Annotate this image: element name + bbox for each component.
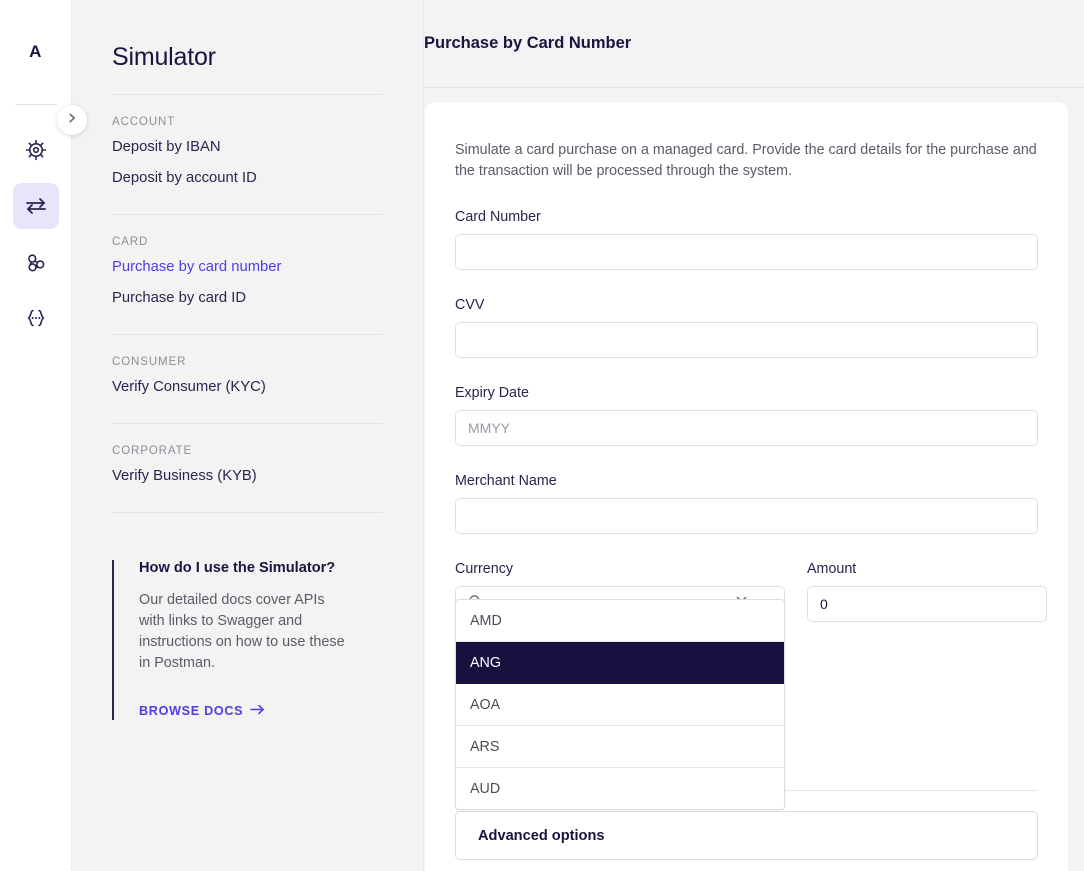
code-braces-icon [24,306,48,330]
arrow-right-icon [250,704,265,718]
nav-divider-4 [112,512,383,513]
label-card-number: Card Number [455,209,541,225]
rail-item-settings[interactable] [13,127,59,173]
currency-options-scroll[interactable]: AMD ANG AOA ARS AUD [456,600,784,809]
rail-item-developer[interactable] [13,295,59,341]
field-expiry-date: Expiry Date [455,385,1038,446]
nav-heading-corporate: CORPORATE [112,445,193,457]
currency-option[interactable]: AUD [456,768,784,809]
label-expiry-date: Expiry Date [455,385,529,401]
label-cvv: CVV [455,297,485,313]
sidebar-item-deposit-by-iban[interactable]: Deposit by IBAN [112,131,383,162]
nav-heading-account: ACCOUNT [112,116,176,128]
currency-option[interactable]: ARS [456,726,784,768]
content-header-title: Purchase by Card Number [424,34,632,52]
nav-heading-consumer: CONSUMER [112,356,187,368]
advanced-options-section[interactable]: Advanced options [455,811,1038,860]
app-root: A Simulator ACCOUNT Deposit by IBAN Depo… [0,0,1084,871]
amount-input[interactable] [807,586,1047,622]
rail-icon-list [12,127,59,341]
form-card: Simulate a card purchase on a managed ca… [425,102,1068,871]
page-title: Simulator [112,43,216,71]
nav-group-account: ACCOUNT Deposit by IBAN Deposit by accou… [104,95,391,193]
label-amount: Amount [807,561,857,577]
chevron-right-icon [66,111,78,129]
field-amount: Amount [807,561,1047,622]
docs-promo-panel: How do I use the Simulator? Our detailed… [112,560,383,720]
currency-option-highlighted[interactable]: ANG [456,642,784,684]
sidebar-item-verify-consumer-kyc[interactable]: Verify Consumer (KYC) [112,371,383,402]
currency-amount-row: Currency Type to search eg. GBP AMD ANG … [455,561,1047,810]
nav-heading-card: CARD [112,236,149,248]
merchant-name-input[interactable] [455,498,1038,534]
settings-gear-icon [24,138,48,162]
nav-group-card: CARD Purchase by card number Purchase by… [104,215,391,313]
currency-options-listbox[interactable]: AMD ANG AOA ARS AUD [455,599,785,810]
field-currency: Currency Type to search eg. GBP AMD ANG … [455,561,785,810]
browse-docs-link[interactable]: BROWSE DOCS [139,704,265,718]
sidebar-collapse-toggle[interactable] [57,105,87,135]
nav-group-corporate: CORPORATE Verify Business (KYB) [104,424,391,491]
cvv-input[interactable] [455,322,1038,358]
nav-group-consumer: CONSUMER Verify Consumer (KYC) [104,335,391,402]
field-card-number: Card Number [455,209,1038,270]
sidebar-item-purchase-by-card-id[interactable]: Purchase by card ID [112,282,383,313]
sidebar-item-deposit-by-account-id[interactable]: Deposit by account ID [112,162,383,193]
webhook-icon [24,250,48,274]
rail-divider [14,104,57,105]
browse-docs-label: BROWSE DOCS [139,704,244,718]
field-cvv: CVV [455,297,1038,358]
rail-item-simulator[interactable] [12,183,59,229]
label-merchant-name: Merchant Name [455,473,557,489]
field-merchant-name: Merchant Name [455,473,1038,534]
form-description: Simulate a card purchase on a managed ca… [455,142,1037,179]
promo-title: How do I use the Simulator? [139,560,336,576]
expiry-date-input[interactable] [455,410,1038,446]
currency-option[interactable]: AMD [456,600,784,642]
rail-item-webhooks[interactable] [13,239,59,285]
sidebar-item-purchase-by-card-number[interactable]: Purchase by card number [112,251,383,282]
main-content: Purchase by Card Number Simulate a card … [424,0,1084,871]
simulator-sidebar: Simulator ACCOUNT Deposit by IBAN Deposi… [72,0,424,871]
promo-body: Our detailed docs cover APIs with links … [139,592,345,671]
content-header: Purchase by Card Number [424,0,1084,88]
currency-option[interactable]: AOA [456,684,784,726]
card-number-input[interactable] [455,234,1038,270]
sidebar-item-verify-business-kyb[interactable]: Verify Business (KYB) [112,460,383,491]
advanced-options-label: Advanced options [478,827,605,844]
label-currency: Currency [455,561,513,577]
transfer-exchange-icon [23,193,49,219]
app-logo: A [29,42,42,61]
